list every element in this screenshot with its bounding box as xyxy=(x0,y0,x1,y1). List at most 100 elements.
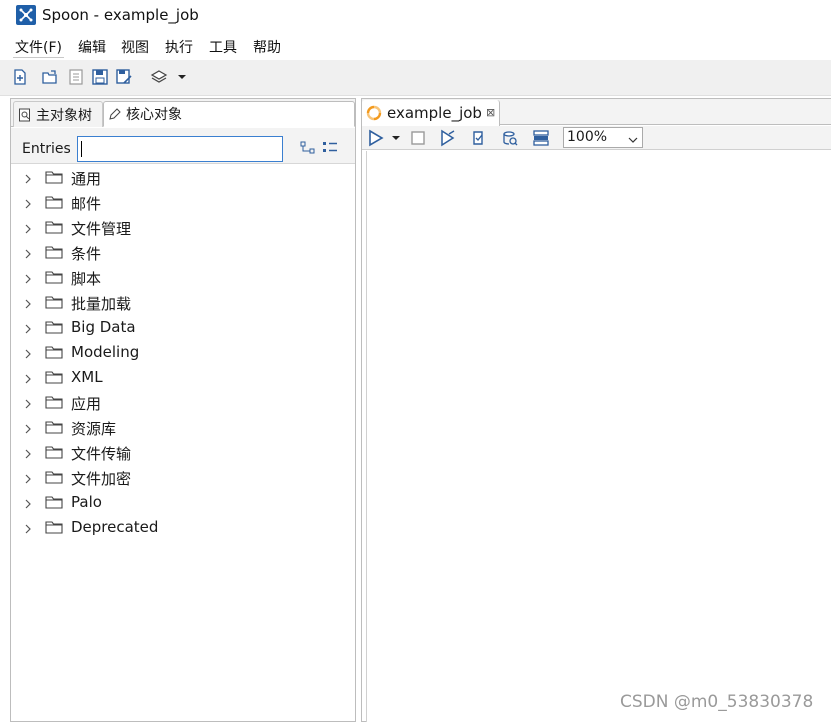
tree-item-label: 文件管理 xyxy=(71,220,132,238)
expand-all-icon[interactable] xyxy=(300,141,316,155)
magnifier-page-icon xyxy=(18,108,32,122)
tree-item-label: Deprecated xyxy=(71,518,159,536)
folder-icon xyxy=(45,495,63,509)
menu-run[interactable]: 执行 xyxy=(163,37,195,57)
tree-item-label: Big Data xyxy=(71,318,136,336)
chevron-right-icon[interactable] xyxy=(23,522,33,534)
left-panel: 主对象树 核心对象 Entries 通用邮件文件管理条件脚本批量加载 Big Da… xyxy=(10,98,356,722)
folder-icon xyxy=(45,520,63,534)
folder-icon xyxy=(45,270,63,284)
chevron-right-icon[interactable] xyxy=(23,247,33,259)
collapse-all-icon[interactable] xyxy=(322,141,338,155)
sql-icon[interactable] xyxy=(501,129,519,147)
tree-item[interactable]: 条件 xyxy=(11,240,355,265)
job-toolbar: 100% xyxy=(362,126,831,150)
tree-item-label: 资源库 xyxy=(71,420,117,438)
menu-tools[interactable]: 工具 xyxy=(207,37,239,57)
tree-item-label: XML xyxy=(71,368,103,386)
perspective-layers-icon[interactable] xyxy=(150,68,168,86)
tree-item[interactable]: Modeling xyxy=(11,340,355,365)
chevron-right-icon[interactable] xyxy=(23,172,33,184)
job-canvas[interactable] xyxy=(366,151,831,722)
title-bar: Spoon - example_job xyxy=(0,0,831,32)
dropdown-arrow-icon[interactable] xyxy=(176,68,188,86)
tree-item-label: 条件 xyxy=(71,245,102,263)
text-caret xyxy=(81,141,82,157)
tree-item[interactable]: Big Data xyxy=(11,315,355,340)
tree-item-label: Modeling xyxy=(71,343,140,361)
folder-icon xyxy=(45,470,63,484)
tree-item[interactable]: XML xyxy=(11,365,355,390)
tab-job-label: example_job xyxy=(387,104,482,122)
spoon-app-icon xyxy=(16,5,36,25)
run-dropdown-icon[interactable] xyxy=(391,129,401,147)
tab-core-label: 核心对象 xyxy=(126,107,182,123)
tab-main-label: 主对象树 xyxy=(36,107,92,124)
folder-icon xyxy=(45,420,63,434)
watermark: CSDN @m0_53830378 xyxy=(620,692,814,712)
tree-item[interactable]: 邮件 xyxy=(11,190,355,215)
folder-icon xyxy=(45,245,63,259)
tree-item-label: 邮件 xyxy=(71,195,102,213)
check-job-icon[interactable] xyxy=(470,129,488,147)
save-icon[interactable] xyxy=(91,68,109,86)
folder-icon xyxy=(45,370,63,384)
tree-item[interactable]: Deprecated xyxy=(11,515,355,540)
chevron-down-icon xyxy=(628,132,638,143)
left-tabstrip: 主对象树 核心对象 xyxy=(11,99,355,127)
chevron-right-icon[interactable] xyxy=(23,347,33,359)
chevron-right-icon[interactable] xyxy=(23,197,33,209)
tree-item[interactable]: 文件传输 xyxy=(11,440,355,465)
save-as-icon[interactable] xyxy=(115,68,133,86)
folder-icon xyxy=(45,220,63,234)
tab-example-job[interactable]: example_job ⊠ xyxy=(362,100,500,126)
folder-icon xyxy=(45,170,63,184)
entries-label: Entries xyxy=(22,141,70,157)
search-row: Entries xyxy=(11,128,355,164)
chevron-right-icon[interactable] xyxy=(23,472,33,484)
tree-item[interactable]: 批量加载 xyxy=(11,290,355,315)
chevron-right-icon[interactable] xyxy=(23,272,33,284)
tree-item-label: 脚本 xyxy=(71,270,102,288)
run-icon[interactable] xyxy=(367,129,385,147)
right-tabstrip: example_job ⊠ xyxy=(362,99,831,126)
tree-item[interactable]: 资源库 xyxy=(11,415,355,440)
new-file-icon[interactable] xyxy=(11,68,29,86)
chevron-right-icon[interactable] xyxy=(23,397,33,409)
open-folder-icon[interactable] xyxy=(41,68,59,86)
stop-icon[interactable] xyxy=(409,129,427,147)
window-title: Spoon - example_job xyxy=(42,6,199,24)
chevron-right-icon[interactable] xyxy=(23,297,33,309)
zoom-select[interactable]: 100% xyxy=(563,127,643,148)
chevron-right-icon[interactable] xyxy=(23,497,33,509)
tree-item[interactable]: 文件加密 xyxy=(11,465,355,490)
analyze-icon[interactable] xyxy=(532,129,550,147)
main-toolbar xyxy=(0,60,831,96)
explore-repo-icon[interactable] xyxy=(67,68,85,86)
menu-help[interactable]: 帮助 xyxy=(251,37,283,57)
tree-item-label: 文件加密 xyxy=(71,470,132,488)
job-icon xyxy=(365,104,383,122)
chevron-right-icon[interactable] xyxy=(23,422,33,434)
tree-item[interactable]: Palo xyxy=(11,490,355,515)
chevron-right-icon[interactable] xyxy=(23,372,33,384)
tree-item-label: 应用 xyxy=(71,395,102,413)
core-objects-tree: 通用邮件文件管理条件脚本批量加载 Big Data Modeling XML 应用资源库… xyxy=(11,165,355,540)
chevron-right-icon[interactable] xyxy=(23,222,33,234)
tree-item[interactable]: 应用 xyxy=(11,390,355,415)
run-options-icon[interactable] xyxy=(439,129,457,147)
tree-item[interactable]: 文件管理 xyxy=(11,215,355,240)
menu-view[interactable]: 视图 xyxy=(119,37,151,57)
menu-edit[interactable]: 编辑 xyxy=(76,37,108,57)
tab-core-objects[interactable]: 核心对象 xyxy=(103,101,355,127)
tab-main-object-tree[interactable]: 主对象树 xyxy=(13,101,103,127)
close-tab-icon[interactable]: ⊠ xyxy=(486,106,495,119)
pencil-icon xyxy=(108,107,122,121)
search-input[interactable] xyxy=(77,136,283,162)
tree-item[interactable]: 通用 xyxy=(11,165,355,190)
chevron-right-icon[interactable] xyxy=(23,447,33,459)
menu-file[interactable]: 文件(F) xyxy=(13,37,64,58)
chevron-right-icon[interactable] xyxy=(23,322,33,334)
tree-item[interactable]: 脚本 xyxy=(11,265,355,290)
zoom-value: 100% xyxy=(567,129,608,145)
